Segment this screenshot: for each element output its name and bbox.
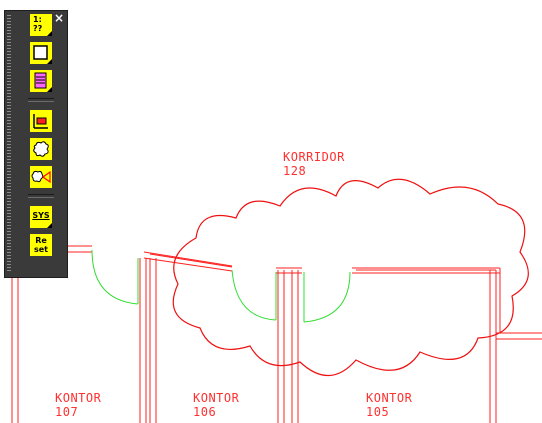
- toolbar-drag-handle[interactable]: [7, 15, 11, 273]
- toolbar-separator: [28, 194, 54, 198]
- drawing-canvas[interactable]: [0, 0, 542, 423]
- layer-tool-button[interactable]: [30, 70, 52, 92]
- scale-button[interactable]: 1: ??: [30, 14, 52, 36]
- kontor-105-name-label: KONTOR: [366, 391, 413, 405]
- toolbar-button-column: 1: ?? SYS Re set: [28, 14, 56, 262]
- flyout-indicator-icon: [47, 59, 52, 64]
- kontor-107-name-label: KONTOR: [55, 391, 102, 405]
- kontor-106-number-label: 106: [193, 405, 217, 419]
- korridor-number-label: 128: [283, 164, 307, 178]
- door-swings: [91, 249, 351, 323]
- flyout-indicator-icon: [47, 223, 52, 228]
- rectangle-tool-button[interactable]: [30, 42, 52, 64]
- cloud-leader-button[interactable]: [30, 166, 52, 188]
- cloud-icon: [33, 141, 49, 157]
- wall-tool-button[interactable]: [30, 110, 52, 132]
- reset-button[interactable]: Re set: [30, 234, 52, 256]
- revision-cloud: [172, 178, 529, 377]
- cloud-leader-icon: [31, 170, 51, 184]
- kontor-105-number-label: 105: [366, 405, 390, 419]
- reset-button-label: Re set: [33, 236, 48, 254]
- wall-icon: [33, 114, 48, 129]
- korridor-name-label: KORRIDOR: [283, 150, 345, 164]
- flyout-indicator-icon: [47, 87, 52, 92]
- kontor-107-number-label: 107: [55, 405, 79, 419]
- floating-toolbar: × 1: ?? SYS Re set: [4, 10, 68, 278]
- revision-cloud-button[interactable]: [30, 138, 52, 160]
- sys-button[interactable]: SYS: [30, 206, 52, 228]
- flyout-indicator-icon: [47, 31, 52, 36]
- kontor-106-name-label: KONTOR: [193, 391, 240, 405]
- toolbar-separator: [28, 98, 54, 102]
